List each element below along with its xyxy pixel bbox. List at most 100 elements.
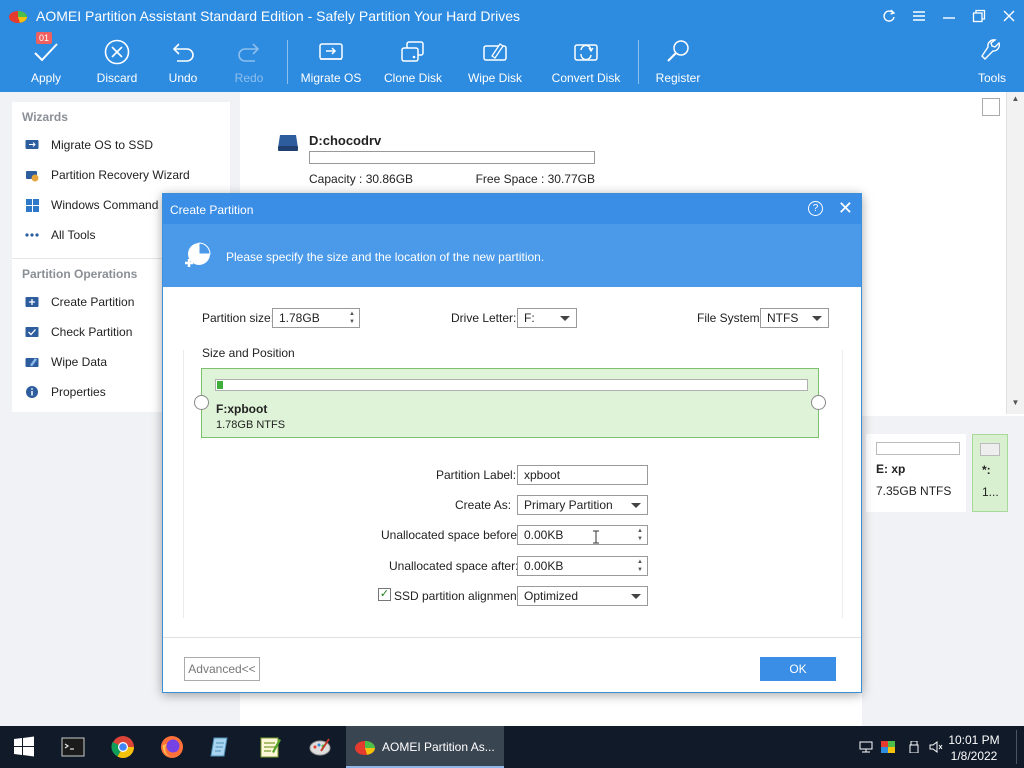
file-system-label: File System: xyxy=(697,311,764,325)
tools-button[interactable]: Tools xyxy=(956,36,1024,90)
scroll-up-icon[interactable]: ▲ xyxy=(1007,94,1024,108)
create-partition-dialog: Create Partition ? ✕ Please specify the … xyxy=(162,193,862,693)
sidebar-item-migrate-os[interactable]: Migrate OS to SSD xyxy=(12,130,230,160)
left-resize-handle[interactable] xyxy=(194,395,209,410)
create-as-select[interactable]: Primary Partition xyxy=(517,495,648,515)
unallocated-before-input[interactable]: 0.00KB ▲ ▼ xyxy=(517,525,648,545)
partition-label-input[interactable]: xpboot xyxy=(517,465,648,485)
partition-fill-bar xyxy=(215,379,808,391)
clock-time: 10:01 PM xyxy=(948,733,1000,747)
minimize-icon[interactable] xyxy=(934,0,964,32)
disk-capacity: Capacity : 30.86GB xyxy=(309,172,414,186)
check-partition-icon xyxy=(25,327,39,337)
discard-button[interactable]: Discard xyxy=(81,36,153,90)
ok-button[interactable]: OK xyxy=(760,657,836,681)
wipe-data-icon xyxy=(25,358,39,367)
firefox-icon[interactable] xyxy=(160,735,184,759)
close-icon[interactable] xyxy=(994,0,1024,32)
color-app-tray-icon[interactable] xyxy=(881,741,895,753)
aomei-logo-icon xyxy=(9,11,27,23)
apply-button[interactable]: 01 Apply xyxy=(10,32,82,90)
text-editor-icon[interactable] xyxy=(258,735,282,759)
partition-size-input[interactable]: 1.78GB ▲ ▼ xyxy=(272,308,360,328)
chevron-down-icon xyxy=(631,594,641,599)
menu-icon[interactable] xyxy=(904,0,934,32)
chevron-down-icon xyxy=(812,316,822,321)
disk-name: D:chocodrv xyxy=(309,133,382,148)
properties-icon xyxy=(26,386,38,398)
drive-icon xyxy=(278,135,298,151)
app-header: AOMEI Partition Assistant Standard Editi… xyxy=(0,0,1024,92)
dialog-title: Create Partition xyxy=(170,203,254,217)
paint-app-icon[interactable] xyxy=(308,735,332,759)
ssd-alignment-checkbox[interactable]: ✓ xyxy=(378,588,391,601)
help-icon[interactable]: ? xyxy=(808,201,823,216)
migrate-os-icon xyxy=(319,43,343,60)
more-dots-icon xyxy=(25,233,39,237)
partition-block-e[interactable]: E: xp 7.35GB NTFS xyxy=(866,434,966,512)
redo-button[interactable]: Redo xyxy=(213,36,285,90)
disk-card-d[interactable]: D:chocodrv Capacity : 30.86GB Free Space… xyxy=(260,120,616,194)
dialog-close-icon[interactable]: ✕ xyxy=(838,199,853,217)
right-resize-handle[interactable] xyxy=(811,395,826,410)
wrench-icon xyxy=(981,39,1001,60)
partition-block-unallocated[interactable]: *: 1... xyxy=(972,434,1008,512)
main-toolbar: 01 Apply Discard Undo Redo Migrate OS Cl… xyxy=(0,32,1024,90)
wizards-heading: Wizards xyxy=(22,110,68,124)
create-as-label: Create As: xyxy=(455,498,512,512)
speaker-muted-icon[interactable] xyxy=(929,741,943,753)
convert-disk-button[interactable]: Convert Disk xyxy=(548,36,624,90)
chevron-down-icon xyxy=(560,316,570,321)
scroll-down-icon[interactable]: ▼ xyxy=(1007,398,1024,412)
new-partition-name: F:xpboot xyxy=(216,402,268,416)
clock-date: 1/8/2022 xyxy=(950,749,998,763)
windows-icon xyxy=(25,198,39,212)
system-clock[interactable]: 10:01 PM 1/8/2022 xyxy=(942,732,1006,764)
disk-usage-bar xyxy=(309,151,595,164)
advanced-toggle-button[interactable]: Advanced<< xyxy=(184,657,260,681)
spinner-icon[interactable]: ▲ ▼ xyxy=(347,310,357,326)
wipe-disk-button[interactable]: Wipe Disk xyxy=(459,36,531,90)
drive-letter-select[interactable]: F: xyxy=(517,308,577,328)
show-desktop-button[interactable] xyxy=(1016,730,1020,764)
partition-position-map[interactable]: F:xpboot 1.78GB NTFS xyxy=(201,368,819,438)
chrome-icon[interactable] xyxy=(111,735,135,759)
register-button[interactable]: Register xyxy=(642,36,714,90)
network-icon[interactable] xyxy=(859,741,873,753)
unallocated-before-label: Unallocated space before: xyxy=(381,528,521,542)
ssd-alignment-select[interactable]: Optimized xyxy=(517,586,648,606)
migrate-os-button[interactable]: Migrate OS xyxy=(295,36,367,90)
partition-usage-bar xyxy=(980,443,1000,456)
window-title: AOMEI Partition Assistant Standard Editi… xyxy=(36,8,521,24)
restore-icon[interactable] xyxy=(964,0,994,32)
dialog-footer-divider xyxy=(163,637,861,638)
usb-device-icon[interactable] xyxy=(907,741,921,753)
partition-usage-bar xyxy=(876,442,960,455)
text-cursor-icon xyxy=(593,530,599,544)
aomei-logo-icon xyxy=(355,741,375,755)
wipe-disk-icon xyxy=(483,43,507,61)
sidebar-item-partition-recovery[interactable]: Partition Recovery Wizard xyxy=(12,160,230,190)
refresh-icon[interactable] xyxy=(874,0,904,32)
partition-size-label: Partition size: xyxy=(202,311,275,325)
command-prompt-icon[interactable] xyxy=(61,735,85,759)
file-system-select[interactable]: NTFS xyxy=(760,308,829,328)
migrate-os-icon xyxy=(25,140,39,149)
partition-label-label: Partition Label: xyxy=(436,468,517,482)
notepad-plus-icon[interactable] xyxy=(209,735,233,759)
clone-disk-icon xyxy=(401,41,424,62)
view-toggle-icon[interactable] xyxy=(982,98,1000,116)
pending-ops-badge: 01 xyxy=(36,32,53,44)
clone-disk-button[interactable]: Clone Disk xyxy=(377,36,449,90)
undo-button[interactable]: Undo xyxy=(147,36,219,90)
spinner-icon[interactable]: ▲ ▼ xyxy=(635,558,645,574)
drive-letter-label: Drive Letter: xyxy=(451,311,517,325)
window-controls xyxy=(874,0,1024,32)
create-partition-icon xyxy=(25,297,39,307)
toolbar-separator xyxy=(638,40,639,84)
unallocated-after-input[interactable]: 0.00KB ▲ ▼ xyxy=(517,556,648,576)
spinner-icon[interactable]: ▲ ▼ xyxy=(635,527,645,543)
start-windows-icon[interactable] xyxy=(12,735,36,759)
taskbar-app-aomei[interactable]: AOMEI Partition As... xyxy=(346,726,504,768)
vertical-scrollbar[interactable]: ▲ ▼ xyxy=(1006,92,1024,414)
